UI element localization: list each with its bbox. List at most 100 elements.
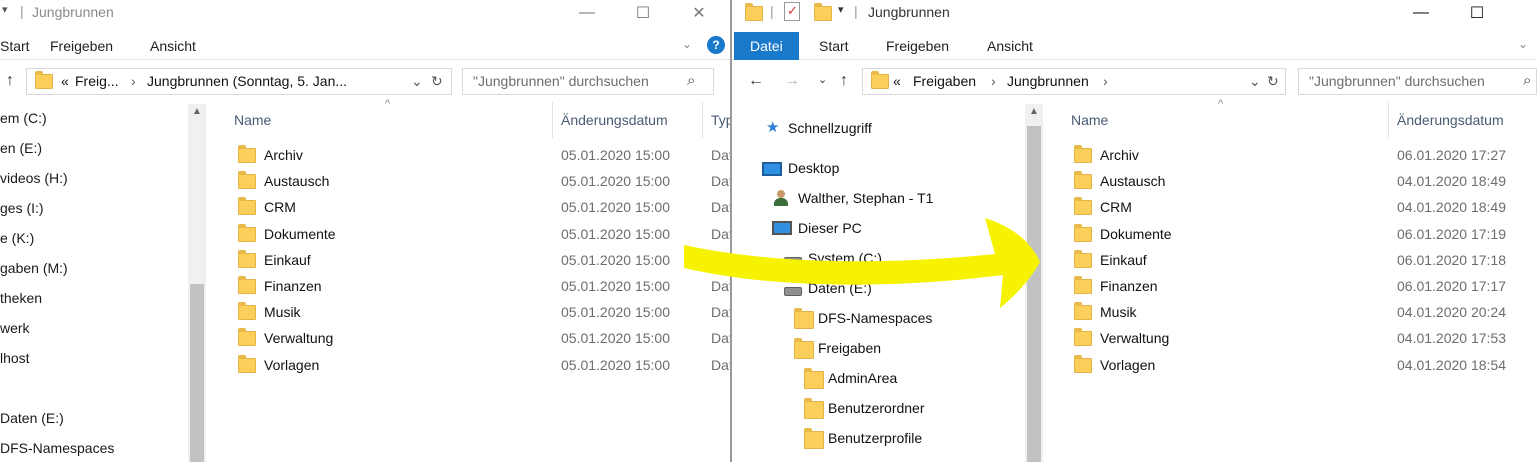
breadcrumb-freigaben[interactable]: Freig... xyxy=(75,73,119,89)
search-input[interactable]: "Jungbrunnen" durchsuchen xyxy=(473,73,649,89)
minimize-button[interactable]: — xyxy=(564,0,610,26)
nav-item[interactable]: DFS-Namespaces xyxy=(0,440,114,456)
refresh-icon[interactable]: ↻ xyxy=(1267,73,1279,90)
tab-freigeben[interactable]: Freigeben xyxy=(50,32,113,60)
tab-ansicht[interactable]: Ansicht xyxy=(150,32,196,60)
folder-icon xyxy=(1074,197,1092,216)
folder-icon xyxy=(1074,145,1092,163)
file-row[interactable]: Dokumente 06.01.2020 17:19 xyxy=(1074,222,1537,248)
column-header-type[interactable]: Typ xyxy=(711,112,730,128)
file-row[interactable]: CRM 05.01.2020 15:00 Dat xyxy=(238,195,730,221)
search-input[interactable]: "Jungbrunnen" durchsuchen xyxy=(1309,73,1485,89)
maximize-button[interactable]: ☐ xyxy=(620,0,666,26)
close-icon: ✕ xyxy=(692,5,706,22)
nav-scrollbar[interactable]: ▲ xyxy=(188,104,206,462)
file-row[interactable]: Einkauf 06.01.2020 17:18 xyxy=(1074,248,1537,274)
search-box[interactable]: "Jungbrunnen" durchsuchen ⌕ xyxy=(462,68,714,95)
folder-icon xyxy=(871,71,889,89)
file-row[interactable]: Musik 04.01.2020 20:24 xyxy=(1074,300,1537,326)
chevron-down-icon[interactable]: ⌄ xyxy=(411,73,423,90)
close-button[interactable]: ✕ xyxy=(676,0,722,26)
ribbon-expand-icon[interactable]: ⌄ xyxy=(682,37,692,51)
chevron-down-icon[interactable]: ⌄ xyxy=(1249,73,1261,90)
column-divider[interactable] xyxy=(552,102,553,138)
folder-icon xyxy=(1074,302,1092,321)
breadcrumb-freigaben[interactable]: Freigaben xyxy=(913,73,976,89)
file-row[interactable]: Verwaltung 05.01.2020 15:00 Dat xyxy=(238,326,730,352)
column-header-date[interactable]: Änderungsdatum xyxy=(1397,112,1504,128)
nav-item[interactable]: gaben (M:) xyxy=(0,260,68,276)
search-box[interactable]: "Jungbrunnen" durchsuchen ⌕ xyxy=(1298,68,1537,95)
file-row[interactable]: Einkauf 05.01.2020 15:00 Dat xyxy=(238,248,730,274)
maximize-button[interactable]: ☐ xyxy=(1454,0,1500,26)
nav-item[interactable]: em (C:) xyxy=(0,110,47,126)
folder-icon xyxy=(238,354,256,373)
nav-item[interactable]: e (K:) xyxy=(0,230,34,246)
back-icon[interactable]: ← xyxy=(748,72,764,90)
minimize-button[interactable]: — xyxy=(1398,0,1444,26)
file-row[interactable]: Musik 05.01.2020 15:00 Dat xyxy=(238,300,730,326)
forward-icon[interactable]: → xyxy=(784,72,800,90)
properties-icon[interactable]: ✓ xyxy=(784,2,800,21)
breadcrumb-jungbrunnen[interactable]: Jungbrunnen (Sonntag, 5. Jan... xyxy=(147,73,347,89)
column-header-date[interactable]: Änderungsdatum xyxy=(561,112,668,128)
scroll-up-icon[interactable]: ▲ xyxy=(1025,106,1043,117)
column-header-name[interactable]: Name xyxy=(234,112,271,128)
tab-ansicht[interactable]: Ansicht xyxy=(987,32,1033,60)
file-row[interactable]: Finanzen 06.01.2020 17:17 xyxy=(1074,274,1537,300)
refresh-icon[interactable]: ↻ xyxy=(431,73,443,90)
sort-ascending-icon: ^ xyxy=(385,98,391,110)
file-date: 05.01.2020 15:00 xyxy=(561,199,670,216)
file-row[interactable]: Vorlagen 05.01.2020 15:00 Dat xyxy=(238,353,730,379)
new-folder-icon[interactable] xyxy=(814,3,832,21)
file-type: Dat xyxy=(711,304,730,321)
scroll-up-icon[interactable]: ▲ xyxy=(188,106,206,117)
tab-start[interactable]: Start xyxy=(819,32,849,60)
recent-locations-icon[interactable]: ⌄ xyxy=(818,73,827,86)
column-divider[interactable] xyxy=(1388,102,1389,138)
column-divider[interactable] xyxy=(702,102,703,138)
file-row[interactable]: Archiv 05.01.2020 15:00 Dat xyxy=(238,143,730,169)
nav-item[interactable]: videos (H:) xyxy=(0,170,68,186)
column-header-name[interactable]: Name xyxy=(1071,112,1108,128)
nav-item[interactable]: en (E:) xyxy=(0,140,42,156)
file-type: Dat xyxy=(711,356,730,373)
tab-start[interactable]: Start xyxy=(0,32,30,60)
title-separator: | xyxy=(20,3,24,19)
quick-access-dropdown-icon[interactable]: ▾ xyxy=(2,3,8,16)
nav-item[interactable]: ges (I:) xyxy=(0,200,44,216)
nav-item[interactable]: Daten (E:) xyxy=(0,410,64,426)
tab-freigeben[interactable]: Freigeben xyxy=(886,32,949,60)
ribbon-expand-icon[interactable]: ⌄ xyxy=(1518,37,1528,51)
file-type: Dat xyxy=(711,225,730,242)
search-icon[interactable]: ⌕ xyxy=(1523,72,1531,89)
help-button[interactable]: ? xyxy=(707,36,725,54)
file-row[interactable]: Dokumente 05.01.2020 15:00 Dat xyxy=(238,222,730,248)
file-row[interactable]: CRM 04.01.2020 18:49 xyxy=(1074,195,1537,221)
file-date: 05.01.2020 15:00 xyxy=(561,225,670,242)
file-row[interactable]: Austausch 04.01.2020 18:49 xyxy=(1074,169,1537,195)
address-bar[interactable]: « Freig... › Jungbrunnen (Sonntag, 5. Ja… xyxy=(26,68,452,95)
file-row[interactable]: Vorlagen 04.01.2020 18:54 xyxy=(1074,353,1537,379)
breadcrumb-jungbrunnen[interactable]: Jungbrunnen xyxy=(1007,73,1089,89)
quick-access-dropdown-icon[interactable]: ▾ xyxy=(838,3,844,16)
up-icon[interactable]: ↑ xyxy=(6,72,14,90)
file-row[interactable]: Archiv 06.01.2020 17:27 xyxy=(1074,143,1537,169)
file-type: Dat xyxy=(711,330,730,347)
nav-item[interactable]: werk xyxy=(0,320,30,336)
address-bar[interactable]: « Freigaben › Jungbrunnen › ⌄ ↻ xyxy=(862,68,1286,95)
file-name: Vorlagen xyxy=(264,356,320,373)
nav-scrollbar[interactable]: ▲ xyxy=(1025,104,1043,462)
file-row[interactable]: Verwaltung 04.01.2020 17:53 xyxy=(1074,326,1537,352)
tab-datei[interactable]: Datei xyxy=(734,32,799,60)
file-row[interactable]: Finanzen 05.01.2020 15:00 Dat xyxy=(238,274,730,300)
title-separator: | xyxy=(854,3,858,19)
scroll-thumb[interactable] xyxy=(1027,126,1041,462)
file-row[interactable]: Austausch 05.01.2020 15:00 Dat xyxy=(238,169,730,195)
nav-item[interactable]: theken xyxy=(0,290,42,306)
search-icon[interactable]: ⌕ xyxy=(687,72,695,89)
nav-item[interactable]: lhost xyxy=(0,350,30,366)
file-type: Dat xyxy=(711,147,730,163)
scroll-thumb[interactable] xyxy=(190,284,204,462)
up-icon[interactable]: ↑ xyxy=(840,72,848,90)
